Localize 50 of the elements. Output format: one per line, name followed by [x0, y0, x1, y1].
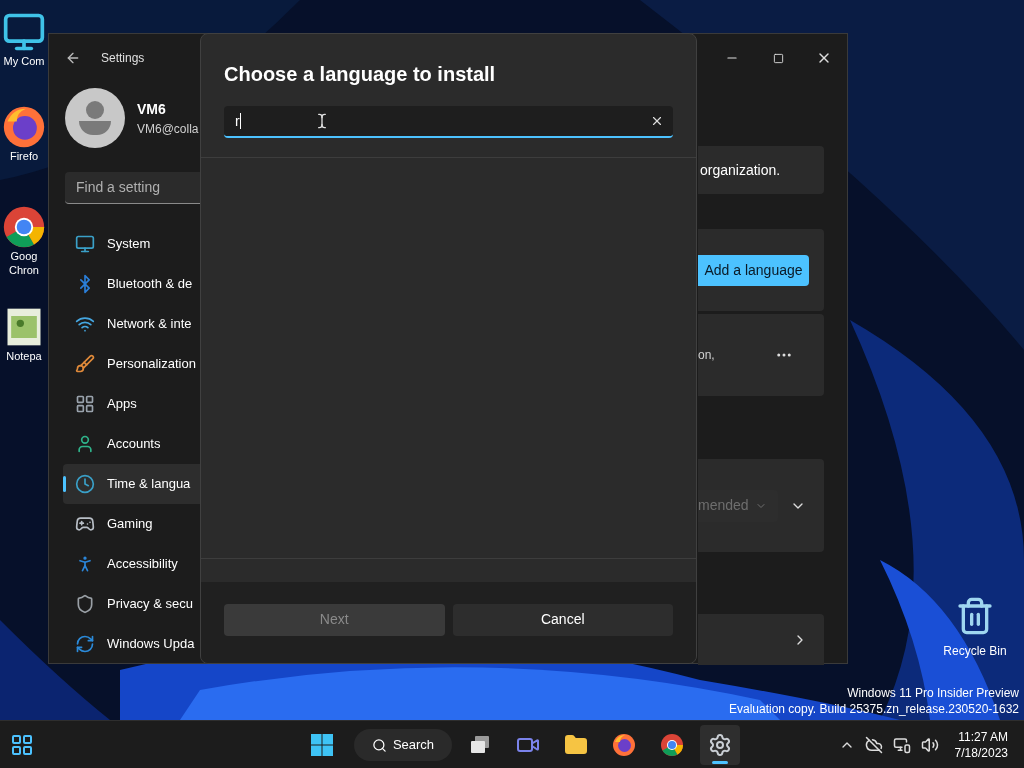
clear-icon	[650, 114, 664, 128]
build-info-text: Evaluation copy. Build 25375.zn_release.230520-1632	[729, 701, 1019, 717]
maximize-icon	[772, 52, 784, 64]
chrome-icon	[660, 733, 684, 757]
build-info-text: Windows 11 Pro Insider Preview	[847, 685, 1019, 701]
notice-text: organization.	[700, 160, 781, 180]
clock-date[interactable]: 7/18/2023	[954, 744, 1008, 761]
nav-label: Windows Upda	[107, 635, 195, 654]
nav-label: Time & langua	[107, 475, 191, 494]
search-field[interactable]: r	[224, 106, 673, 138]
nav-label: Personalization	[107, 355, 196, 374]
nav-label: Bluetooth & de	[107, 275, 193, 294]
search-button[interactable]: Search	[354, 729, 452, 761]
language-detail-text: on,	[698, 347, 715, 364]
volume-icon[interactable]	[920, 735, 939, 754]
nav-label: Accounts	[107, 435, 161, 454]
desktop-icon-label[interactable]: My Com	[3, 54, 45, 68]
firefox-icon	[2, 105, 46, 149]
window-title: Settings	[101, 50, 145, 67]
nav-label: Apps	[107, 395, 137, 414]
cloud-off-icon[interactable]	[864, 735, 883, 754]
back-icon[interactable]	[65, 50, 81, 66]
nav-label: Gaming	[107, 515, 153, 534]
start-icon[interactable]	[310, 733, 334, 757]
dialog-title: Choose a language to install	[224, 62, 497, 86]
network-icon	[75, 314, 95, 334]
network-icon[interactable]	[892, 735, 911, 754]
nav-label: Network & inte	[107, 315, 192, 334]
desktop-icon-label[interactable]: Firefo	[9, 149, 39, 163]
nav-label: System	[107, 235, 151, 254]
folder-icon[interactable]	[564, 733, 588, 757]
avatar	[65, 88, 125, 148]
add-language-button[interactable]: Add a language	[698, 254, 809, 286]
taskbar-app[interactable]	[700, 725, 740, 765]
cancel-button[interactable]: Cancel	[452, 603, 673, 636]
desktop-icon-label[interactable]: Goog	[10, 249, 38, 263]
user-email: VM6@colla	[137, 120, 199, 138]
settings-icon[interactable]	[708, 733, 732, 757]
widgets-icon[interactable]	[10, 732, 34, 757]
desktop-icon-label[interactable]: Notepa	[6, 349, 42, 363]
firefox-icon	[612, 733, 636, 757]
search-icon	[371, 737, 387, 753]
user-name: VM6	[137, 99, 167, 119]
gaming-icon	[75, 514, 95, 534]
chrome-icon	[2, 205, 46, 249]
desktop-icon-label[interactable]: Recycle Bin	[943, 642, 1007, 660]
nav-label: Privacy & secu	[107, 595, 193, 614]
nav-label: Accessibility	[107, 555, 178, 574]
desktop-icon-label[interactable]: Chron	[9, 263, 39, 277]
clock-time[interactable]: 11:27 AM	[958, 728, 1008, 745]
